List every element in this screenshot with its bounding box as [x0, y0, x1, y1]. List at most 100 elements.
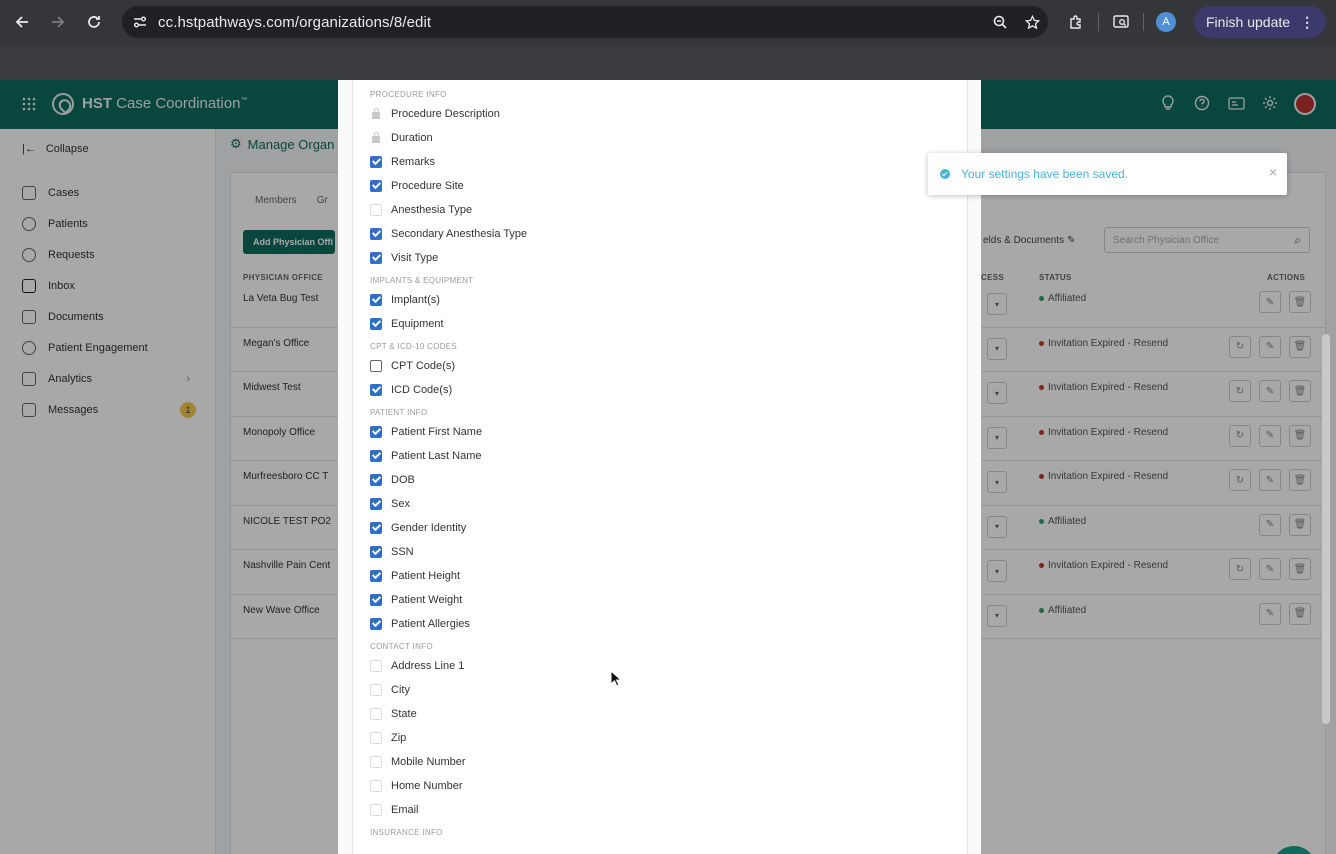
- field-label: Secondary Anesthesia Type: [391, 228, 528, 240]
- checkbox[interactable]: [370, 708, 382, 720]
- field-toggle[interactable]: Remarks: [370, 152, 435, 172]
- field-toggle[interactable]: CPT Code(s): [370, 356, 455, 376]
- field-toggle[interactable]: Sex: [370, 494, 410, 514]
- checkbox[interactable]: [370, 228, 382, 240]
- section-heading: CPT & ICD-10 CODES: [370, 342, 458, 351]
- zoom-icon[interactable]: [984, 15, 1016, 29]
- checkbox[interactable]: [370, 618, 382, 630]
- checkbox[interactable]: [370, 204, 382, 216]
- field-toggle[interactable]: City: [370, 680, 410, 700]
- field-toggle[interactable]: Patient Last Name: [370, 446, 482, 466]
- field-toggle[interactable]: Zip: [370, 728, 406, 748]
- checkbox[interactable]: [370, 474, 382, 486]
- checkbox[interactable]: [370, 426, 382, 438]
- checkbox[interactable]: [370, 294, 382, 306]
- field-label: Patient First Name: [391, 426, 483, 438]
- reload-button[interactable]: [76, 4, 112, 40]
- field-toggle[interactable]: Visit Type: [370, 248, 438, 268]
- field-toggle[interactable]: Secondary Anesthesia Type: [370, 224, 527, 244]
- field-label: CPT Code(s): [391, 360, 455, 372]
- field-toggle: Duration: [370, 128, 433, 148]
- field-toggle[interactable]: DOB: [370, 470, 415, 490]
- checkbox[interactable]: [370, 684, 382, 696]
- close-icon[interactable]: ×: [1269, 164, 1277, 180]
- checkbox[interactable]: [370, 180, 382, 192]
- field-toggle[interactable]: Equipment: [370, 314, 444, 334]
- field-toggle[interactable]: State: [370, 704, 417, 724]
- field-label: Visit Type: [391, 252, 439, 264]
- field-settings-modal: PROCEDURE INFO Procedure Description Durat…: [338, 80, 981, 854]
- url-text[interactable]: cc.hstpathways.com/organizations/8/edit: [158, 14, 984, 31]
- field-toggle[interactable]: Implant(s): [370, 290, 440, 310]
- checkbox[interactable]: [370, 732, 382, 744]
- field-toggle[interactable]: Patient Allergies: [370, 614, 470, 634]
- checkbox[interactable]: [370, 522, 382, 534]
- lock-icon: [370, 132, 382, 144]
- field-label: Home Number: [391, 780, 463, 792]
- field-toggle[interactable]: SSN: [370, 542, 414, 562]
- more-vert-icon: ⋮: [1300, 13, 1315, 30]
- finish-update-label: Finish update: [1206, 14, 1291, 30]
- field-toggle[interactable]: ICD Code(s): [370, 380, 452, 400]
- field-toggle[interactable]: Mobile Number: [370, 752, 466, 772]
- bookmarks-bar: [0, 44, 1336, 80]
- mouse-cursor-icon: [610, 670, 622, 687]
- field-toggle[interactable]: Patient Height: [370, 566, 460, 586]
- checkbox[interactable]: [370, 756, 382, 768]
- checkbox[interactable]: [370, 804, 382, 816]
- field-label: Zip: [391, 732, 407, 744]
- checkbox[interactable]: [370, 384, 382, 396]
- browser-toolbar: cc.hstpathways.com/organizations/8/edit …: [0, 0, 1336, 44]
- checkbox[interactable]: [370, 450, 382, 462]
- profile-button[interactable]: A: [1148, 12, 1184, 32]
- checkbox[interactable]: [370, 318, 382, 330]
- field-label: Procedure Description: [391, 108, 500, 120]
- field-toggle[interactable]: Home Number: [370, 776, 463, 796]
- field-label: Patient Last Name: [391, 450, 482, 462]
- forward-button[interactable]: [40, 4, 76, 40]
- checkbox[interactable]: [370, 156, 382, 168]
- checkbox[interactable]: [370, 660, 382, 672]
- section-heading: PATIENT INFO: [370, 408, 428, 417]
- checkbox[interactable]: [370, 498, 382, 510]
- back-button[interactable]: [4, 4, 40, 40]
- field-settings-list: PROCEDURE INFO Procedure Description Durat…: [352, 80, 968, 854]
- finish-update-button[interactable]: Finish update ⋮: [1194, 6, 1327, 38]
- field-label: Address Line 1: [391, 660, 465, 672]
- field-label: Duration: [391, 132, 433, 144]
- bookmark-star-icon[interactable]: [1016, 14, 1048, 30]
- extensions-icon[interactable]: [1058, 14, 1094, 30]
- section-heading: IMPLANTS & EQUIPMENT: [370, 276, 474, 285]
- field-label: ICD Code(s): [391, 384, 453, 396]
- field-label: DOB: [391, 474, 415, 486]
- arrow-right-icon: [52, 16, 65, 28]
- checkbox[interactable]: [370, 594, 382, 606]
- field-toggle[interactable]: Procedure Site: [370, 176, 464, 196]
- field-toggle[interactable]: Gender Identity: [370, 518, 466, 538]
- field-label: Remarks: [391, 156, 436, 168]
- field-label: Patient Weight: [391, 594, 463, 606]
- field-toggle[interactable]: Email: [370, 800, 419, 820]
- tab-search-icon[interactable]: [1103, 15, 1139, 29]
- checkbox[interactable]: [370, 570, 382, 582]
- field-toggle[interactable]: Address Line 1: [370, 656, 464, 676]
- checkbox[interactable]: [370, 546, 382, 558]
- field-label: Sex: [391, 498, 410, 510]
- field-toggle[interactable]: Anesthesia Type: [370, 200, 472, 220]
- checkbox[interactable]: [370, 252, 382, 264]
- checkbox[interactable]: [370, 780, 382, 792]
- site-settings-icon[interactable]: [122, 15, 158, 29]
- field-toggle[interactable]: Patient Weight: [370, 590, 462, 610]
- field-label: Patient Allergies: [391, 618, 470, 630]
- field-toggle[interactable]: Patient First Name: [370, 422, 482, 442]
- toast-message: Your settings have been saved.: [961, 167, 1129, 181]
- page-scrollbar[interactable]: [1322, 334, 1330, 724]
- toast-notification: Your settings have been saved. ×: [928, 153, 1287, 195]
- checkbox[interactable]: [370, 360, 382, 372]
- field-label: State: [391, 708, 417, 720]
- address-bar[interactable]: cc.hstpathways.com/organizations/8/edit: [122, 6, 1048, 38]
- field-label: Email: [391, 804, 419, 816]
- field-label: Mobile Number: [391, 756, 466, 768]
- browser-chrome: cc.hstpathways.com/organizations/8/edit …: [0, 0, 1336, 80]
- field-label: City: [391, 684, 410, 696]
